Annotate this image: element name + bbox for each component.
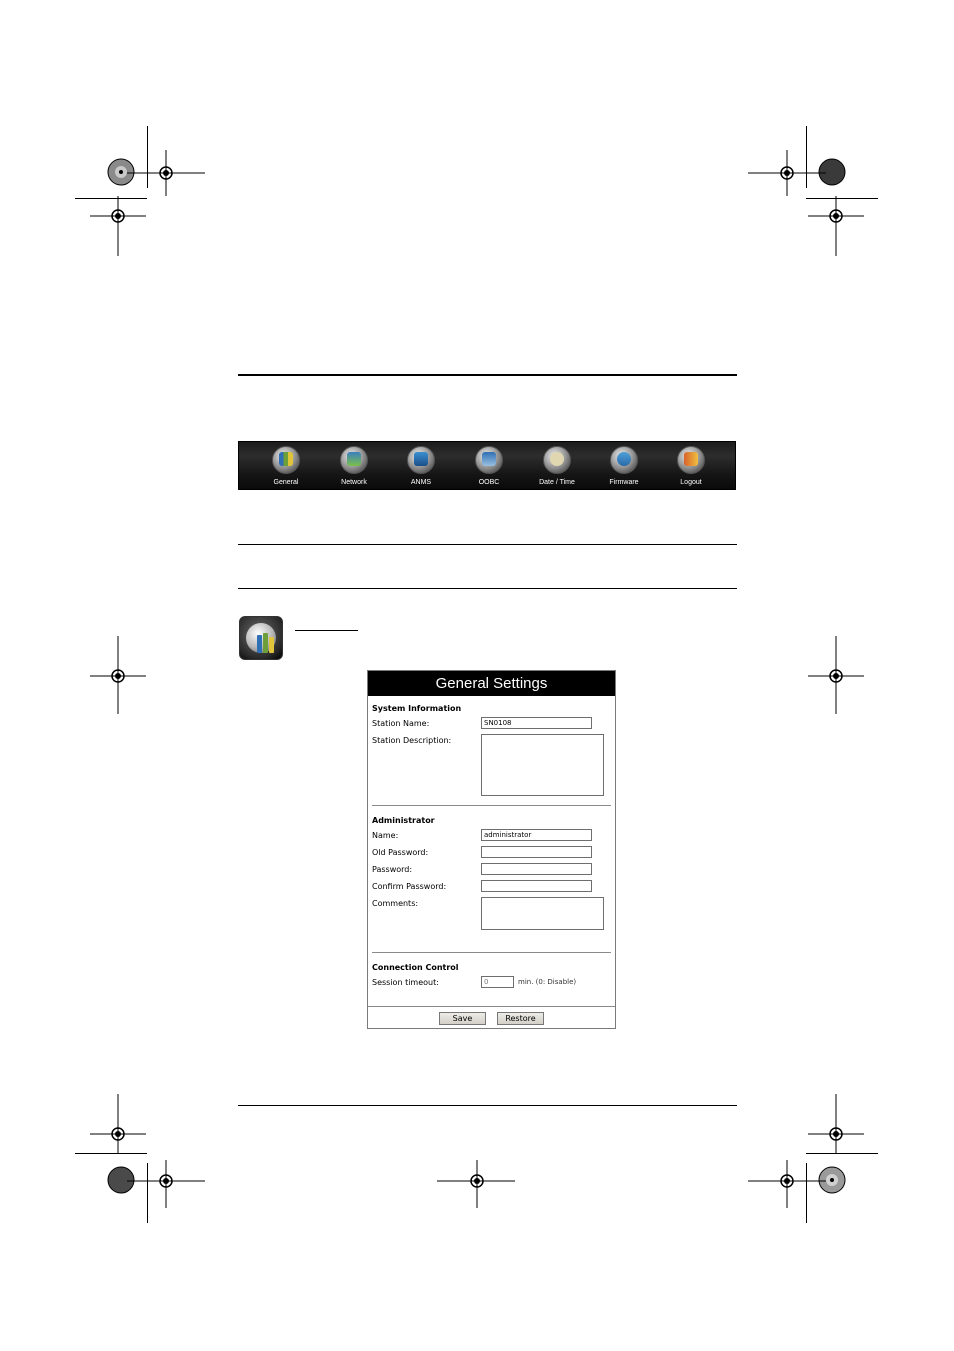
station-description-label: Station Description: (372, 736, 452, 745)
general-icon-fill (279, 452, 293, 466)
book-spine (257, 635, 262, 653)
crosshair-icon (748, 1160, 826, 1208)
station-name-input[interactable]: SN0108 (481, 717, 592, 729)
admin-name-input[interactable]: administrator (481, 829, 592, 841)
crosshair-icon (808, 196, 864, 256)
general-settings-panel: General Settings System Information Stat… (367, 670, 616, 1029)
footer-rule (238, 1105, 737, 1106)
restore-button[interactable]: Restore (497, 1012, 544, 1025)
crosshair-icon (437, 1160, 515, 1208)
toolbar-label-oobc: OOBC (478, 479, 500, 486)
panel-title: General Settings (368, 671, 615, 696)
anms-icon-fill (414, 452, 428, 466)
crosshair-icon (90, 196, 146, 256)
session-timeout-input[interactable]: 0 (481, 976, 514, 988)
crosshair-icon (748, 150, 826, 196)
toolbar-label-general: General (273, 479, 299, 486)
comments-textarea[interactable] (481, 897, 604, 930)
crosshair-icon (90, 1094, 146, 1154)
confirm-password-field[interactable] (481, 880, 592, 892)
header-rule (238, 374, 737, 376)
toolbar-item-anms[interactable]: ANMS (391, 446, 451, 486)
crosshair-icon (90, 636, 146, 714)
firmware-icon (610, 446, 638, 474)
clock-icon (543, 446, 571, 474)
button-bar-divider (368, 1006, 615, 1007)
old-password-field[interactable] (481, 846, 592, 858)
toolbar-item-oobc[interactable]: OOBC (459, 446, 519, 486)
toolbar-label-anms: ANMS (410, 479, 432, 486)
table-rule-top (238, 544, 737, 545)
main-toolbar: General Network ANMS OOBC Date / Time Fi… (238, 441, 736, 490)
section-divider (372, 805, 611, 806)
toolbar-item-date-time[interactable]: Date / Time (527, 446, 587, 486)
toolbar-label-date-time: Date / Time (539, 479, 575, 486)
session-timeout-hint: min. (0: Disable) (518, 978, 577, 986)
toolbar-item-logout[interactable]: Logout (661, 446, 721, 486)
toolbar-label-logout: Logout (680, 479, 702, 486)
table-rule-bottom (238, 588, 737, 589)
section-heading-connection-control: Connection Control (372, 963, 459, 972)
general-large-icon (239, 616, 283, 660)
password-field[interactable] (481, 863, 592, 875)
general-icon (272, 446, 300, 474)
toolbar-label-network: Network (341, 479, 367, 486)
toolbar-item-network[interactable]: Network (324, 446, 384, 486)
toolbar-item-firmware[interactable]: Firmware (594, 446, 654, 486)
logout-icon-fill (684, 452, 698, 466)
crosshair-icon (127, 1160, 205, 1208)
comments-label: Comments: (372, 899, 419, 908)
toolbar-item-general[interactable]: General (256, 446, 316, 486)
network-icon (340, 446, 368, 474)
station-name-label: Station Name: (372, 719, 430, 728)
confirm-password-label: Confirm Password: (372, 882, 447, 891)
heading-link-underline (295, 630, 358, 631)
book-spine (263, 633, 268, 653)
crosshair-icon (808, 636, 864, 714)
anms-icon (407, 446, 435, 474)
firmware-icon-fill (617, 452, 631, 466)
save-button[interactable]: Save (439, 1012, 486, 1025)
crosshair-icon (808, 1094, 864, 1154)
station-description-textarea[interactable] (481, 734, 604, 796)
section-divider (372, 952, 611, 953)
admin-name-label: Name: (372, 831, 399, 840)
section-heading-system-information: System Information (372, 704, 462, 713)
network-icon-fill (347, 452, 361, 466)
old-password-label: Old Password: (372, 848, 429, 857)
toolbar-label-firmware: Firmware (609, 479, 639, 486)
book-spine (269, 637, 274, 653)
password-label: Password: (372, 865, 413, 874)
oobc-icon-fill (482, 452, 496, 466)
section-heading-administrator: Administrator (372, 816, 435, 825)
session-timeout-label: Session timeout: (372, 978, 439, 987)
oobc-icon (475, 446, 503, 474)
clock-icon-fill (550, 452, 564, 466)
crosshair-icon (127, 150, 205, 196)
logout-icon (677, 446, 705, 474)
